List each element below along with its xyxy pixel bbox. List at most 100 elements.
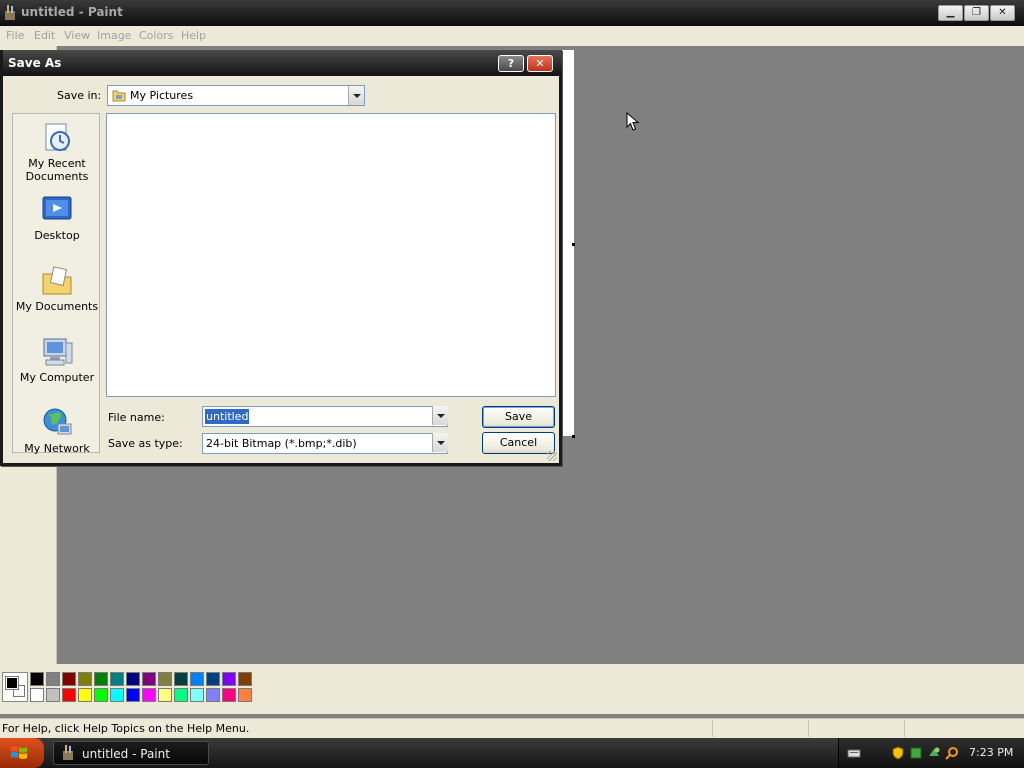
menu-view[interactable]: View xyxy=(64,29,90,42)
taskbar-paint-button[interactable]: untitled - Paint xyxy=(53,741,209,765)
palette-swatch[interactable] xyxy=(46,688,60,702)
canvas-resize-handle-corner[interactable] xyxy=(572,435,575,438)
mouse-cursor-icon xyxy=(626,112,640,131)
windows-flag-icon xyxy=(11,746,27,759)
dialog-title-bar: Save As ? ✕ xyxy=(3,50,562,76)
palette-swatch[interactable] xyxy=(174,672,188,686)
status-cell-coords xyxy=(712,720,808,737)
palette-swatch[interactable] xyxy=(110,688,124,702)
save-in-label: Save in: xyxy=(57,89,102,102)
menu-file[interactable]: File xyxy=(6,29,24,42)
palette-swatch[interactable] xyxy=(158,688,172,702)
palette-swatch[interactable] xyxy=(126,688,140,702)
recent-documents-icon xyxy=(40,121,74,155)
save-in-dropdown[interactable]: My Pictures xyxy=(107,85,365,106)
palette-swatch[interactable] xyxy=(158,672,172,686)
network-icon[interactable] xyxy=(909,746,923,760)
palette-swatch[interactable] xyxy=(126,672,140,686)
taskbar: untitled - Paint 7:23 PM xyxy=(0,738,1024,768)
cancel-button[interactable]: Cancel xyxy=(482,432,555,454)
save-as-type-label: Save as type: xyxy=(108,437,183,450)
palette-swatch[interactable] xyxy=(110,672,124,686)
place-label: Desktop xyxy=(34,229,80,242)
desktop-icon xyxy=(40,193,74,227)
status-cell-size xyxy=(808,720,904,737)
palette-swatch[interactable] xyxy=(206,672,220,686)
status-bar: For Help, click Help Topics on the Help … xyxy=(0,718,1024,738)
palette-swatch[interactable] xyxy=(94,672,108,686)
restore-button[interactable]: ❐ xyxy=(964,5,989,21)
menu-bar: File Edit View Image Colors Help xyxy=(0,26,1024,46)
dialog-help-button[interactable]: ? xyxy=(498,55,524,72)
save-as-type-value: 24-bit Bitmap (*.bmp;*.dib) xyxy=(206,437,357,450)
color-palette xyxy=(0,664,1024,714)
palette-swatch[interactable] xyxy=(62,688,76,702)
place-my-recent-documents[interactable]: My Recent Documents xyxy=(13,121,101,183)
search-icon[interactable] xyxy=(945,746,959,760)
place-my-network[interactable]: My Network xyxy=(13,406,101,455)
palette-swatch[interactable] xyxy=(46,672,60,686)
update-icon[interactable] xyxy=(927,746,941,760)
my-documents-icon xyxy=(40,264,74,298)
palette-swatch[interactable] xyxy=(206,688,220,702)
file-name-input[interactable]: untitled xyxy=(202,406,448,427)
paint-title: untitled - Paint xyxy=(21,5,123,19)
file-name-label: File name: xyxy=(108,411,165,424)
place-my-computer[interactable]: My Computer xyxy=(13,335,101,384)
palette-swatch[interactable] xyxy=(190,688,204,702)
file-name-value: untitled xyxy=(205,409,250,424)
save-button[interactable]: Save xyxy=(482,406,555,428)
menu-colors[interactable]: Colors xyxy=(139,29,173,42)
palette-swatch[interactable] xyxy=(174,688,188,702)
menu-edit[interactable]: Edit xyxy=(34,29,55,42)
place-label: My Network xyxy=(24,442,90,455)
dialog-close-button[interactable]: ✕ xyxy=(527,55,553,72)
canvas-resize-handle-right[interactable] xyxy=(572,243,575,246)
start-button[interactable] xyxy=(0,738,44,768)
status-text: For Help, click Help Topics on the Help … xyxy=(2,722,250,735)
system-tray: 7:23 PM xyxy=(838,738,1024,768)
palette-swatch[interactable] xyxy=(30,688,44,702)
chevron-down-icon[interactable] xyxy=(432,433,448,452)
paint-app-icon xyxy=(63,745,73,760)
my-computer-icon xyxy=(40,335,74,369)
current-colors xyxy=(2,672,28,702)
menu-image[interactable]: Image xyxy=(97,29,131,42)
place-label: My Computer xyxy=(19,371,95,384)
palette-swatch[interactable] xyxy=(222,672,236,686)
palette-swatch[interactable] xyxy=(238,688,252,702)
place-desktop[interactable]: Desktop xyxy=(13,193,101,242)
paint-title-bar: untitled - Paint ▁ ❐ ✕ xyxy=(0,0,1024,26)
file-list[interactable] xyxy=(106,113,556,397)
foreground-color xyxy=(5,676,19,690)
file-name-dropdown[interactable] xyxy=(431,406,448,427)
save-as-type-dropdown[interactable]: 24-bit Bitmap (*.bmp;*.dib) xyxy=(202,433,448,454)
palette-swatch[interactable] xyxy=(78,672,92,686)
chevron-down-icon[interactable] xyxy=(432,406,448,425)
dialog-title: Save As xyxy=(8,56,62,70)
taskbar-paint-label: untitled - Paint xyxy=(82,747,170,761)
security-shield-icon[interactable] xyxy=(891,746,905,760)
palette-swatch[interactable] xyxy=(78,688,92,702)
close-button[interactable]: ✕ xyxy=(990,5,1015,21)
keyboard-icon[interactable] xyxy=(847,746,861,760)
palette-swatch[interactable] xyxy=(238,672,252,686)
chevron-down-icon[interactable] xyxy=(348,86,364,105)
minimize-button[interactable]: ▁ xyxy=(938,5,963,21)
save-as-dialog: Save As ? ✕ Save in: My Pictures My Rece… xyxy=(0,50,562,466)
menu-help[interactable]: Help xyxy=(181,29,206,42)
palette-swatch[interactable] xyxy=(222,688,236,702)
status-cell-extra xyxy=(904,720,1024,737)
clock: 7:23 PM xyxy=(969,746,1014,759)
save-in-value: My Pictures xyxy=(130,89,194,102)
paint-app-icon xyxy=(5,5,15,20)
palette-swatch[interactable] xyxy=(30,672,44,686)
palette-swatch[interactable] xyxy=(62,672,76,686)
place-my-documents[interactable]: My Documents xyxy=(13,264,101,313)
palette-swatch[interactable] xyxy=(142,672,156,686)
save-as-type-arrow[interactable] xyxy=(431,433,448,454)
palette-swatch[interactable] xyxy=(94,688,108,702)
resize-grip[interactable] xyxy=(547,451,557,461)
palette-swatch[interactable] xyxy=(190,672,204,686)
palette-swatch[interactable] xyxy=(142,688,156,702)
